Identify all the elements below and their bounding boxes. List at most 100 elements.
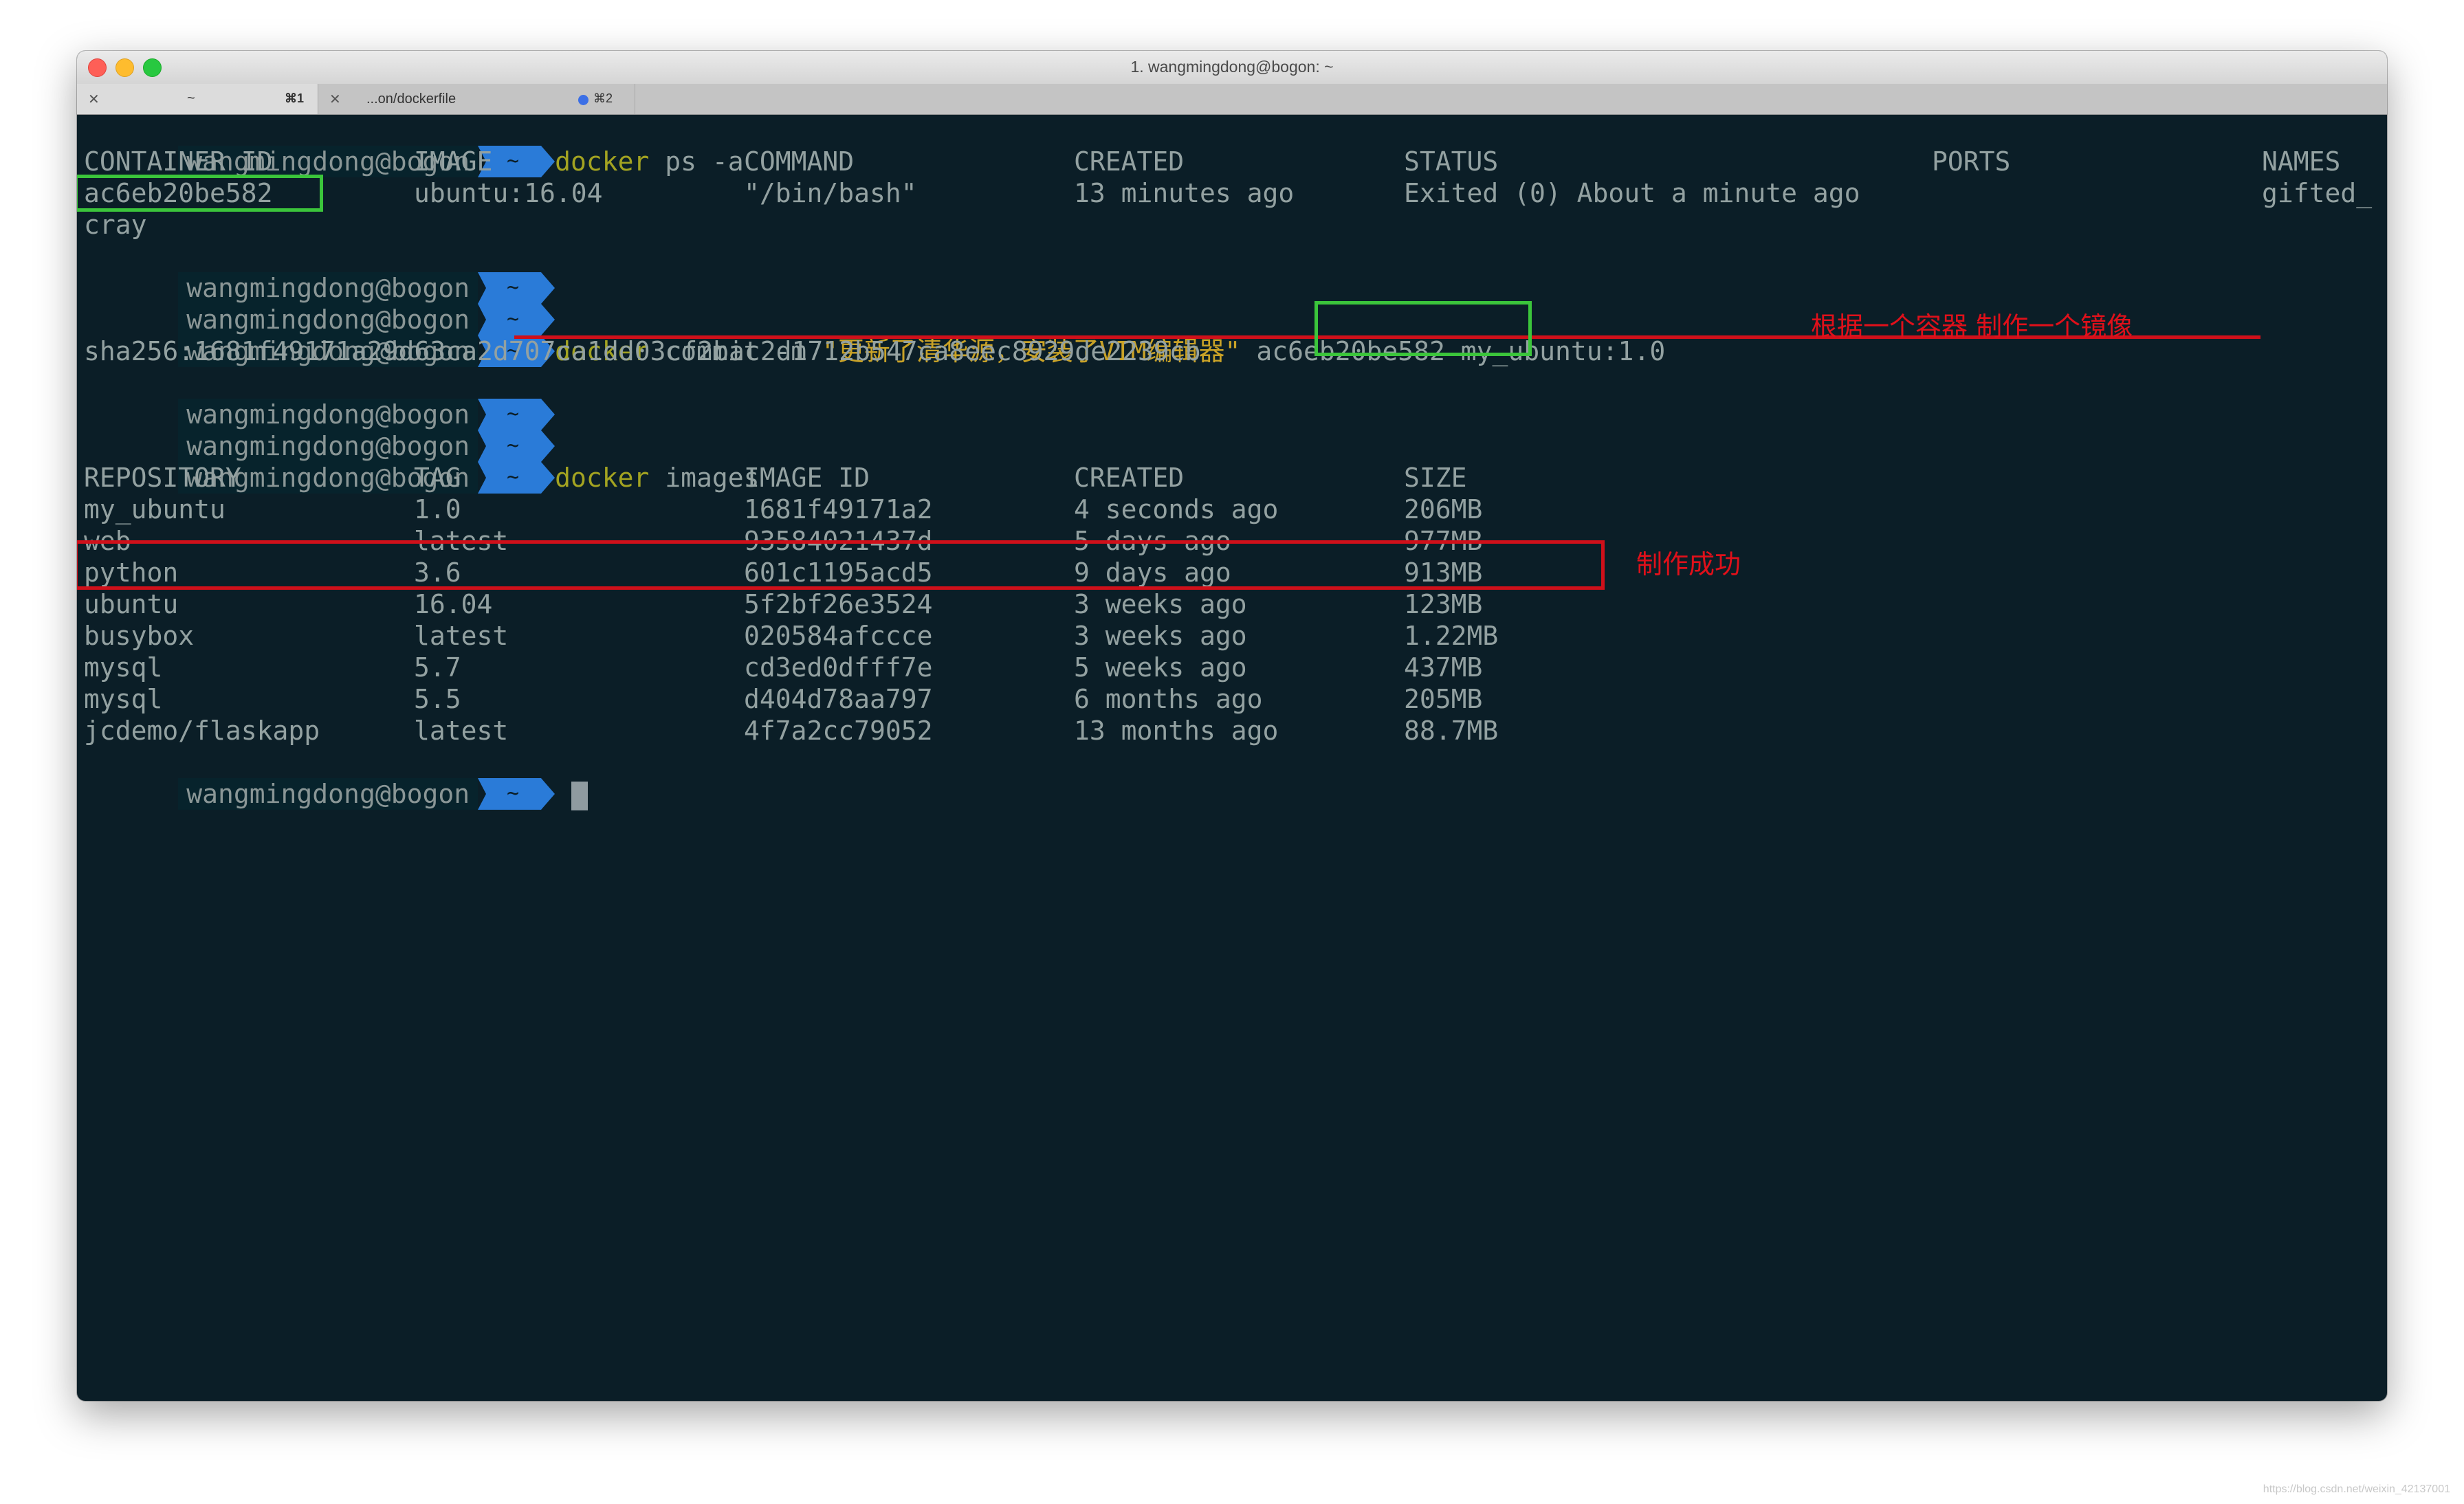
prompt-line: wangmingdong@bogon ~ docker commit -m "更新了… [84, 304, 1665, 367]
images-cell: 5f2bf26e3524 [744, 589, 933, 619]
images-cell: 205MB [1404, 684, 1483, 714]
ps-cell: 13 minutes ago [1074, 178, 1295, 208]
images-cell: ubuntu [84, 589, 179, 619]
ps-cell: gifted_ [2262, 178, 2373, 208]
images-cell: 16.04 [414, 589, 493, 619]
tab-label: ...on/dockerfile [366, 91, 456, 107]
tab-label: ~ [187, 91, 195, 106]
ps-row: ac6eb20be582 ubuntu:16.04 "/bin/bash" 13… [84, 177, 2380, 209]
images-header-row: REPOSITORY TAG IMAGE ID CREATED SIZE [84, 462, 1734, 494]
images-row: web latest 93584021437d 5 days ago 977MB [84, 525, 1734, 557]
ps-header: STATUS [1404, 146, 1499, 177]
prompt-line: wangmingdong@bogon ~ [84, 399, 556, 462]
images-header: CREATED [1074, 463, 1185, 493]
commit-target: my_ubuntu:1.0 [1460, 336, 1666, 366]
ps-header: IMAGE [414, 146, 493, 177]
images-cell: 4 seconds ago [1074, 494, 1279, 524]
tab-home[interactable]: ✕ ~ ⌘1 [77, 84, 318, 114]
ps-header-row: CONTAINER ID IMAGE COMMAND CREATED STATU… [84, 146, 2380, 177]
images-row: mysql 5.5 d404d78aa797 6 months ago 205MB [84, 683, 1734, 715]
images-row: mysql 5.7 cd3ed0dfff7e 5 weeks ago 437MB [84, 652, 1734, 683]
tab-shortcut: ⌘1 [284, 91, 304, 105]
images-cell: 88.7MB [1404, 716, 1499, 746]
images-row: python 3.6 601c1195acd5 9 days ago 913MB [84, 557, 1734, 588]
images-cell: python [84, 557, 179, 588]
images-cell: 3 weeks ago [1074, 589, 1247, 619]
ps-header: NAMES [2262, 146, 2341, 177]
prompt-line: wangmingdong@bogon ~ [84, 367, 556, 430]
sha-output: sha256:1681f49171a29d63ca2d707ca1dd03cf2… [84, 336, 1201, 366]
images-cell: 5.7 [414, 652, 461, 683]
tab-bar: ✕ ~ ⌘1 ✕ ...on/dockerfile ⌘2 [77, 84, 2387, 115]
tab-shortcut: ⌘2 [593, 91, 613, 105]
ps-cell: "/bin/bash" [744, 178, 917, 208]
images-row: jcdemo/flaskapp latest 4f7a2cc79052 13 mont… [84, 715, 1734, 747]
images-header: REPOSITORY [84, 463, 241, 493]
images-cell: 913MB [1404, 557, 1483, 588]
images-cell: d404d78aa797 [744, 684, 933, 714]
images-header: TAG [414, 463, 461, 493]
images-header: SIZE [1404, 463, 1467, 493]
prompt-user: wangmingdong@bogon [178, 778, 478, 810]
images-cell: mysql [84, 684, 163, 714]
close-icon[interactable]: ✕ [329, 91, 341, 108]
text-cursor [571, 781, 588, 810]
images-cell: 5 weeks ago [1074, 652, 1247, 683]
images-row: busybox latest 020584afccce 3 weeks ago 1.22… [84, 620, 1734, 652]
images-cell: 020584afccce [744, 621, 933, 651]
activity-dot-icon [578, 95, 588, 105]
container-id: ac6eb20be582 [84, 178, 273, 208]
terminal-output[interactable]: wangmingdong@bogon ~ docker ps -a CONTAINE… [77, 114, 2387, 1401]
images-cell: 93584021437d [744, 526, 933, 556]
ps-header: PORTS [1932, 146, 2011, 177]
images-header: IMAGE ID [744, 463, 870, 493]
images-cell: 1.0 [414, 494, 461, 524]
images-cell: cd3ed0dfff7e [744, 652, 933, 683]
ps-header: CREATED [1074, 146, 1185, 177]
images-cell: 3.6 [414, 557, 461, 588]
images-cell: 1681f49171a2 [744, 494, 933, 524]
terminal-window: 1. wangmingdong@bogon: ~ ✕ ~ ⌘1 ✕ ...on/… [77, 51, 2387, 1401]
ps-header: CONTAINER ID [84, 146, 273, 177]
prompt-line[interactable]: wangmingdong@bogon ~ [84, 747, 588, 810]
prompt-line: wangmingdong@bogon ~ docker ps -a [84, 114, 744, 177]
images-cell: 5.5 [414, 684, 461, 714]
ps-cell: Exited (0) About a minute ago [1404, 178, 1860, 208]
ps-wrap: cray [84, 210, 147, 240]
images-cell: latest [414, 716, 509, 746]
ps-header: COMMAND [744, 146, 855, 177]
prompt-line: wangmingdong@bogon ~ docker images [84, 430, 760, 494]
images-cell: 6 months ago [1074, 684, 1263, 714]
tab-dockerfile[interactable]: ✕ ...on/dockerfile ⌘2 [318, 84, 635, 114]
images-cell: 1.22MB [1404, 621, 1499, 651]
images-cell: latest [414, 621, 509, 651]
success-annotation: 制作成功 [1636, 549, 1741, 579]
watermark: https://blog.csdn.net/weixin_42137001 [2263, 1483, 2450, 1495]
images-cell: busybox [84, 621, 195, 651]
images-cell: 9 days ago [1074, 557, 1231, 588]
title-bar: 1. wangmingdong@bogon: ~ [77, 51, 2387, 85]
images-cell: 4f7a2cc79052 [744, 716, 933, 746]
images-cell: 437MB [1404, 652, 1483, 683]
prompt-line: wangmingdong@bogon ~ [84, 241, 556, 304]
images-row: my_ubuntu 1.0 1681f49171a2 4 seconds ago 206… [84, 494, 1734, 525]
images-cell: jcdemo/flaskapp [84, 716, 320, 746]
prompt-line: wangmingdong@bogon ~ [84, 272, 556, 335]
images-cell: mysql [84, 652, 163, 683]
commit-annotation: 根据一个容器 制作一个镜像 [1811, 311, 2133, 342]
images-cell: 3 weeks ago [1074, 621, 1247, 651]
images-cell: my_ubuntu [84, 494, 226, 524]
images-cell: 5 days ago [1074, 526, 1231, 556]
images-cell: web [84, 526, 131, 556]
images-cell: 206MB [1404, 494, 1483, 524]
prompt-dir: ~ [507, 782, 519, 806]
ps-cell: ubuntu:16.04 [414, 178, 603, 208]
images-cell: 977MB [1404, 526, 1483, 556]
images-cell: 123MB [1404, 589, 1483, 619]
prompt-arrow-icon: ~ [478, 778, 556, 810]
images-row: ubuntu 16.04 5f2bf26e3524 3 weeks ago 123MB [84, 588, 1734, 620]
commit-container-id: ac6eb20be582 [1256, 336, 1445, 366]
close-icon[interactable]: ✕ [88, 91, 100, 108]
images-cell: 601c1195acd5 [744, 557, 933, 588]
window-title: 1. wangmingdong@bogon: ~ [1130, 58, 1334, 76]
